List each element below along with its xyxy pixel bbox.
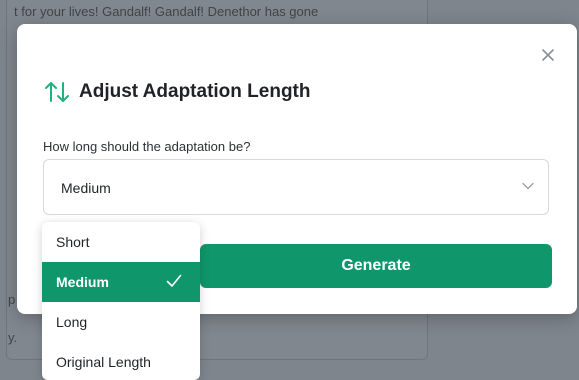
option-short[interactable]: Short	[42, 222, 200, 262]
option-original-length[interactable]: Original Length	[42, 342, 200, 380]
length-field-label: How long should the adaptation be?	[43, 139, 251, 154]
dialog-header: Adjust Adaptation Length	[43, 79, 311, 105]
length-select[interactable]: Medium	[43, 159, 549, 215]
option-medium[interactable]: Medium	[42, 262, 200, 302]
close-button[interactable]	[539, 46, 557, 64]
background-text: t for your lives! Gandalf! Gandalf! Dene…	[14, 4, 319, 19]
background-fragment: p	[8, 292, 16, 307]
close-icon	[542, 49, 554, 61]
option-label: Short	[56, 234, 90, 250]
chevron-down-icon	[522, 182, 534, 190]
generate-button[interactable]: Generate	[200, 244, 552, 288]
dialog-title: Adjust Adaptation Length	[79, 81, 311, 102]
option-label: Long	[56, 314, 88, 330]
option-label: Medium	[56, 274, 109, 290]
arrows-up-down-icon	[45, 82, 69, 102]
length-dropdown-menu: Short Medium Long Original Length	[42, 222, 200, 380]
length-select-value: Medium	[61, 180, 111, 196]
option-long[interactable]: Long	[42, 302, 200, 342]
option-label: Original Length	[56, 354, 151, 370]
check-icon	[166, 274, 182, 287]
background-fragment: y.	[8, 330, 18, 345]
